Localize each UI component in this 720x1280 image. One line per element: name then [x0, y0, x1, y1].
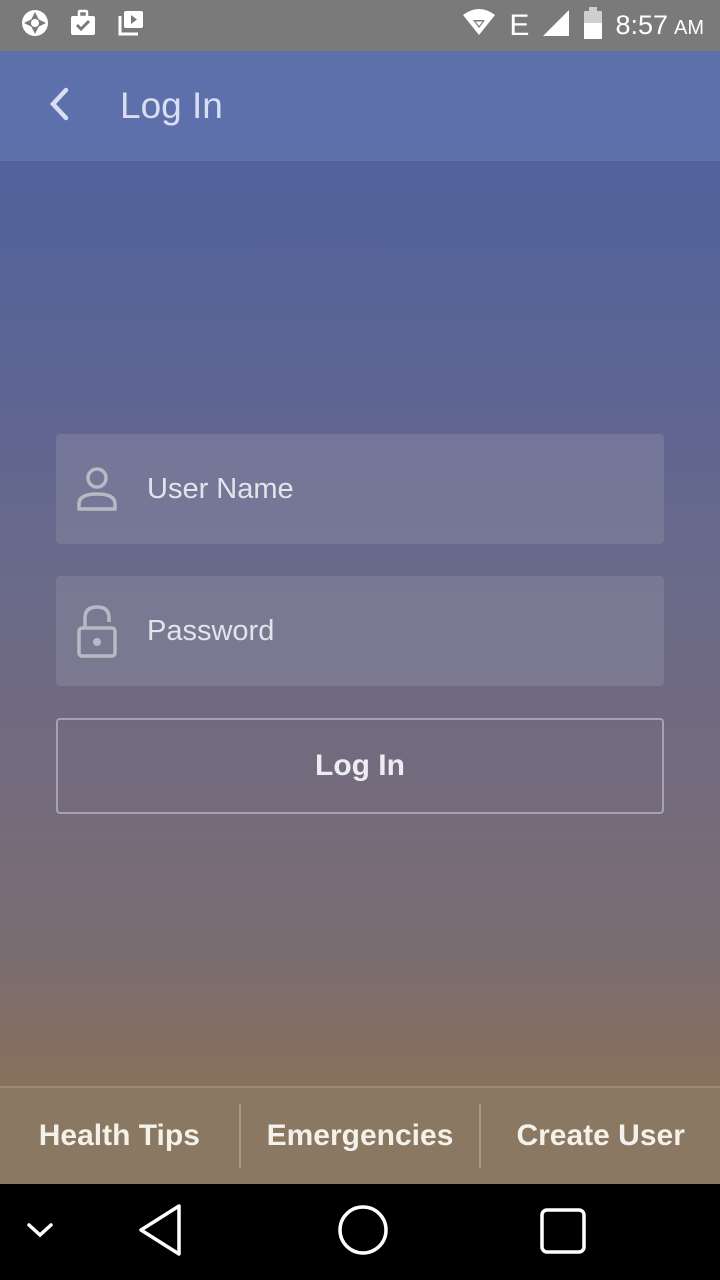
back-button[interactable] — [30, 76, 90, 136]
clock: 8:57 AM — [615, 10, 704, 41]
network-type-label: E — [509, 8, 530, 42]
status-bar-system: E 8:57 AM — [461, 7, 704, 44]
username-field[interactable] — [56, 434, 664, 544]
nav-back-button[interactable] — [130, 1203, 190, 1262]
status-bar: E 8:57 AM — [0, 0, 720, 51]
clock-ampm: AM — [674, 17, 704, 39]
battery-icon — [583, 7, 603, 44]
briefcase-check-icon — [68, 8, 98, 43]
username-input[interactable] — [147, 459, 627, 519]
status-bar-notifications — [20, 8, 146, 43]
nav-home-button[interactable] — [334, 1204, 392, 1260]
tab-create-user[interactable]: Create User — [481, 1088, 720, 1184]
media-play-icon — [116, 8, 146, 43]
bottom-tab-bar: Health Tips Emergencies Create User — [0, 1086, 720, 1184]
hide-keyboard-button[interactable] — [20, 1212, 60, 1252]
triangle-back-icon — [135, 1203, 185, 1262]
page-title: Log In — [120, 85, 223, 126]
login-button[interactable]: Log In — [56, 718, 664, 814]
chevron-down-icon — [25, 1220, 55, 1245]
system-nav-bar — [0, 1184, 720, 1280]
app-bar: Log In — [0, 51, 720, 161]
nav-recents-button[interactable] — [536, 1206, 590, 1260]
tab-health-tips[interactable]: Health Tips — [0, 1088, 239, 1184]
chevron-left-icon — [45, 86, 75, 127]
password-input[interactable] — [147, 601, 627, 661]
aperture-icon — [20, 8, 50, 43]
password-field[interactable] — [56, 576, 664, 686]
app-screen: E 8:57 AM Log In User Name Log In Health… — [0, 0, 720, 1184]
signal-icon — [541, 8, 571, 43]
clock-time: 8:57 — [615, 10, 668, 40]
user-icon — [75, 464, 119, 514]
circle-home-icon — [336, 1203, 390, 1262]
tab-emergencies[interactable]: Emergencies — [241, 1088, 480, 1184]
wifi-icon — [461, 9, 497, 42]
lock-icon — [75, 605, 119, 658]
square-recents-icon — [539, 1207, 587, 1260]
